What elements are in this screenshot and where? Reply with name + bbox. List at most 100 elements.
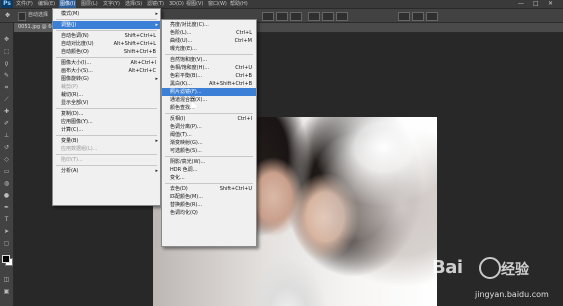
align-top-button[interactable]	[262, 12, 274, 21]
image-menu-item[interactable]: 自动颜色(O) Shift+Ctrl+B	[53, 48, 160, 56]
adjust-menu-item[interactable]: 阴影/高光(W)...	[162, 158, 256, 166]
adjust-menu-item-label: 变化...	[170, 175, 185, 181]
foreground-color-swatch[interactable]	[2, 255, 10, 263]
baidu-logo: Bai	[432, 257, 463, 278]
adjust-menu-item[interactable]: 曲线(U)... Ctrl+M	[162, 37, 256, 45]
menu-layer[interactable]: 图层(L)	[81, 0, 98, 8]
type-tool-icon[interactable]: T	[2, 215, 11, 224]
adjust-menu-item[interactable]: 可选颜色(S)...	[162, 147, 256, 155]
screen-mode-icon[interactable]: ▣	[2, 287, 11, 296]
tools-panel: ✥ ⬚ ϙ ✎ ⌗ ⟋ ✚ ✐ ⊥ ↺ ◇ ▭ ◍ ● ✒ T ➤ ▢ ◫ ▣	[0, 23, 14, 306]
stamp-tool-icon[interactable]: ⊥	[2, 131, 11, 140]
image-menu-item[interactable]: 显示全部(V)	[53, 99, 160, 107]
adjust-menu-item[interactable]: 照片滤镜(F)...	[162, 88, 256, 96]
path-select-icon[interactable]: ➤	[2, 227, 11, 236]
adjust-menu-item[interactable]: 变化...	[162, 174, 256, 182]
menu-type[interactable]: 文字(Y)	[103, 0, 120, 8]
menu-image[interactable]: 图像(I)	[59, 0, 77, 8]
lasso-tool-icon[interactable]: ϙ	[2, 59, 11, 68]
adjust-menu-item[interactable]: 色彩平衡(B)... Ctrl+B	[162, 72, 256, 80]
submenu-arrow-icon: ▸	[155, 22, 158, 28]
menu-help[interactable]: 帮助(H)	[230, 0, 248, 8]
image-menu-item-label: 自动色调(N)	[61, 33, 89, 39]
pen-tool-icon[interactable]: ✒	[2, 203, 11, 212]
adjust-menu-item[interactable]: 曝光度(E)...	[162, 45, 256, 53]
auto-select-label: 自动选择	[28, 12, 49, 18]
maximize-icon[interactable]: □	[533, 0, 539, 8]
image-menu-item[interactable]: 画布大小(S)... Alt+Ctrl+C	[53, 67, 160, 75]
adjust-menu-item-label: 可选颜色(S)...	[170, 148, 202, 154]
image-menu-item[interactable]: 计算(C)...	[53, 126, 160, 134]
menu-separator	[56, 154, 157, 155]
image-menu-item[interactable]: 图像大小(I)... Alt+Ctrl+I	[53, 59, 160, 67]
move-tool-icon[interactable]: ✥	[2, 35, 11, 44]
gradient-tool-icon[interactable]: ▭	[2, 167, 11, 176]
image-menu-item[interactable]: 复制(D)...	[53, 110, 160, 118]
adjust-menu-item[interactable]: 阈值(T)...	[162, 131, 256, 139]
3d-mode-button[interactable]	[398, 12, 410, 21]
adjust-menu-item[interactable]: 通道混合器(X)...	[162, 96, 256, 104]
adjust-menu-item[interactable]: 自然饱和度(V)...	[162, 56, 256, 64]
menu-separator	[56, 57, 157, 58]
menu-separator	[165, 54, 253, 55]
auto-select-checkbox[interactable]	[18, 12, 26, 21]
adjust-menu-item[interactable]: HDR 色调...	[162, 166, 256, 174]
3d-mode-button-2[interactable]	[412, 12, 424, 21]
image-menu-item[interactable]: 变量(B) ▸	[53, 137, 160, 145]
adjust-menu-item[interactable]: 匹配颜色(M)...	[162, 193, 256, 201]
quick-mask-icon[interactable]: ◫	[2, 275, 11, 284]
close-window-icon[interactable]: ✕	[548, 0, 553, 8]
menu-window[interactable]: 窗口(W)	[208, 0, 227, 8]
menu-filter[interactable]: 滤镜(T)	[147, 0, 164, 8]
shape-tool-icon[interactable]: ▢	[2, 239, 11, 248]
align-middle-button[interactable]	[276, 12, 288, 21]
eraser-tool-icon[interactable]: ◇	[2, 155, 11, 164]
adjust-menu-item-shortcut: Ctrl+I	[237, 116, 252, 122]
blur-tool-icon[interactable]: ◍	[2, 179, 11, 188]
adjust-menu-item[interactable]: 黑白(K)... Alt+Shift+Ctrl+B	[162, 80, 256, 88]
adjust-menu-item-label: 照片滤镜(F)...	[170, 89, 202, 95]
image-menu-item[interactable]: 自动对比度(U) Alt+Shift+Ctrl+L	[53, 40, 160, 48]
adjust-menu-item-shortcut: Alt+Shift+Ctrl+B	[208, 81, 252, 87]
adjust-menu-item[interactable]: 色调分离(P)...	[162, 123, 256, 131]
healing-tool-icon[interactable]: ✚	[2, 107, 11, 116]
menu-select[interactable]: 选择(S)	[125, 0, 142, 8]
menu-file[interactable]: 文件(F)	[16, 0, 33, 8]
image-menu-item[interactable]: 裁切(R)...	[53, 91, 160, 99]
image-menu-item-shortcut: Shift+Ctrl+B	[123, 49, 156, 55]
menu-view[interactable]: 视图(V)	[186, 0, 203, 8]
marquee-tool-icon[interactable]: ⬚	[2, 47, 11, 56]
history-brush-icon[interactable]: ↺	[2, 143, 11, 152]
submenu-arrow-icon: ▸	[155, 168, 158, 174]
image-menu-item-label: 应用图像(Y)...	[61, 119, 93, 125]
adjust-menu-item[interactable]: 色阶(L)... Ctrl+L	[162, 29, 256, 37]
minimize-icon[interactable]: —	[518, 0, 524, 8]
image-menu-item[interactable]: 调整(J) ▸	[53, 21, 160, 29]
image-menu-item[interactable]: 图像旋转(G) ▸	[53, 75, 160, 83]
adjust-menu-item[interactable]: 颜色查找...	[162, 104, 256, 112]
dodge-tool-icon[interactable]: ●	[2, 191, 11, 200]
distribute-button-3[interactable]	[336, 12, 348, 21]
eyedropper-tool-icon[interactable]: ⟋	[2, 95, 11, 104]
menu-3d[interactable]: 3D(D)	[169, 0, 184, 8]
image-menu-item[interactable]: 模式(M) ▸	[53, 10, 160, 18]
3d-mode-button-3[interactable]	[426, 12, 438, 21]
adjust-menu-item[interactable]: 色调均化(Q)	[162, 209, 256, 217]
adjust-menu-item[interactable]: 反相(I) Ctrl+I	[162, 115, 256, 123]
quick-select-tool-icon[interactable]: ✎	[2, 71, 11, 80]
adjust-menu-item[interactable]: 亮度/对比度(C)...	[162, 21, 256, 29]
distribute-button-2[interactable]	[322, 12, 334, 21]
adjust-menu-item-label: 黑白(K)...	[170, 81, 192, 87]
image-menu-item[interactable]: 应用图像(Y)...	[53, 118, 160, 126]
menu-edit[interactable]: 编辑(E)	[38, 0, 55, 8]
image-menu-item[interactable]: 自动色调(N) Shift+Ctrl+L	[53, 32, 160, 40]
image-menu-item[interactable]: 分析(A) ▸	[53, 167, 160, 175]
distribute-button[interactable]	[308, 12, 320, 21]
adjust-menu-item[interactable]: 替换颜色(R)...	[162, 201, 256, 209]
adjust-menu-item[interactable]: 色相/饱和度(H)... Ctrl+U	[162, 64, 256, 72]
adjust-menu-item[interactable]: 去色(D) Shift+Ctrl+U	[162, 185, 256, 193]
align-bottom-button[interactable]	[290, 12, 302, 21]
crop-tool-icon[interactable]: ⌗	[2, 83, 11, 92]
brush-tool-icon[interactable]: ✐	[2, 119, 11, 128]
adjust-menu-item[interactable]: 渐变映射(G)...	[162, 139, 256, 147]
